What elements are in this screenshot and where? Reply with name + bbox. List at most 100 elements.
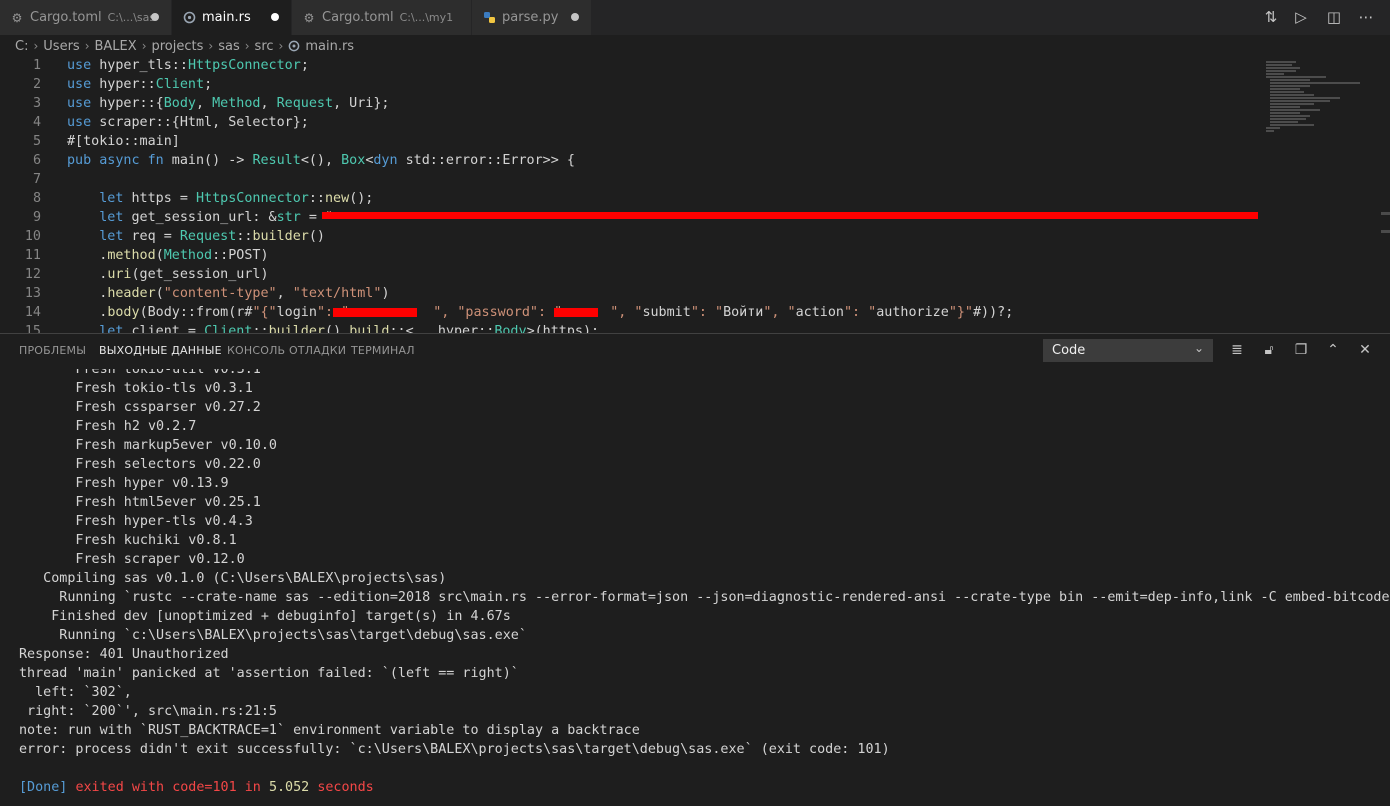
- minimap-line: [1266, 61, 1296, 63]
- done-text: seconds: [317, 780, 374, 795]
- chevron-up-icon[interactable]: ⌃: [1324, 341, 1342, 359]
- elapsed-time: 5.052: [268, 780, 310, 795]
- tab-label: Cargo.toml: [30, 10, 102, 25]
- code-editor[interactable]: 1 use hyper_tls::HttpsConnector; 2 use hype…: [0, 57, 1258, 333]
- line-number: 1: [32, 58, 41, 73]
- code-line[interactable]: 4 use scraper::{Html, Selector};: [0, 113, 1258, 132]
- tab-bar: ⚙ Cargo.toml C:\...\sas main.rs ⚙ Cargo.…: [0, 0, 1390, 35]
- output-line: note: run with `RUST_BACKTRACE=1` enviro…: [19, 723, 640, 738]
- output-channel-select[interactable]: Code ⌄: [1043, 339, 1213, 362]
- code-line[interactable]: 11 .method(Method::POST): [0, 246, 1258, 265]
- breadcrumb-item[interactable]: BALEX: [95, 39, 137, 54]
- tab-label: Cargo.toml: [322, 10, 394, 25]
- lock-icon[interactable]: 🔓︎: [1260, 341, 1278, 359]
- breadcrumb: C: › Users › BALEX › projects › sas › src › ma…: [0, 35, 1390, 57]
- minimap-line: [1270, 100, 1330, 102]
- line-number: 6: [32, 153, 41, 168]
- tab-debug-console[interactable]: КОНСОЛЬ ОТЛАДКИ: [227, 344, 346, 357]
- minimap-line: [1270, 94, 1314, 96]
- unsaved-dot-icon[interactable]: [151, 13, 159, 21]
- minimap-line: [1266, 127, 1280, 129]
- code-text: use hyper::Client;: [67, 77, 213, 92]
- run-icon[interactable]: ▷: [1292, 8, 1310, 26]
- chevron-right-icon: ›: [208, 39, 214, 53]
- code-line[interactable]: 12 .uri(get_session_url): [0, 265, 1258, 284]
- minimap-line: [1270, 124, 1314, 126]
- output-line: Fresh selectors v0.22.0: [19, 457, 261, 472]
- code-line[interactable]: 15 let client = Client::builder().build:…: [0, 322, 1258, 333]
- clear-output-icon[interactable]: ≣: [1228, 341, 1246, 359]
- minimap-line: [1270, 121, 1298, 123]
- output-line: Fresh cssparser v0.27.2: [19, 400, 261, 415]
- copy-icon[interactable]: ❐: [1292, 341, 1310, 359]
- split-editor-icon[interactable]: ◫: [1325, 8, 1343, 26]
- code-line[interactable]: 1 use hyper_tls::HttpsConnector;: [0, 57, 1258, 75]
- code-line[interactable]: 6 pub async fn main() -> Result<(), Box<d…: [0, 151, 1258, 170]
- tab-main-rs[interactable]: main.rs: [172, 0, 292, 35]
- code-text: use scraper::{Html, Selector};: [67, 115, 309, 130]
- output-line: Compiling sas v0.1.0 (C:\Users\BALEX\pro…: [19, 571, 447, 586]
- code-line[interactable]: 3 use hyper::{Body, Method, Request, Uri}…: [0, 94, 1258, 113]
- redaction-mark: [322, 212, 1258, 219]
- tab-cargo-toml-my1[interactable]: ⚙ Cargo.toml C:\...\my1: [292, 0, 472, 35]
- breadcrumb-item[interactable]: C:: [15, 39, 28, 54]
- output-line: Running `c:\Users\BALEX\projects\sas\tar…: [19, 628, 527, 643]
- minimap-line: [1270, 88, 1300, 90]
- compare-icon[interactable]: ⇅: [1262, 8, 1280, 26]
- tab-problems[interactable]: ПРОБЛЕМЫ: [19, 344, 86, 357]
- done-text: exited with: [75, 780, 165, 795]
- minimap-line: [1266, 70, 1296, 72]
- line-number: 4: [32, 115, 41, 130]
- output-line: left: `302`,: [19, 685, 132, 700]
- chevron-down-icon: ⌄: [1193, 341, 1204, 355]
- minimap-line: [1266, 130, 1274, 132]
- breadcrumb-item[interactable]: sas: [218, 39, 240, 54]
- code-line[interactable]: 14 .body(Body::from(r#"{"login": "", "pa…: [0, 303, 1258, 322]
- chevron-right-icon: ›: [244, 39, 250, 53]
- line-number: 11: [24, 248, 41, 263]
- breadcrumb-item[interactable]: Users: [43, 39, 79, 54]
- output-line: thread 'main' panicked at 'assertion fai…: [19, 666, 519, 681]
- minimap-line: [1270, 106, 1300, 108]
- breadcrumb-item[interactable]: projects: [152, 39, 204, 54]
- tab-cargo-toml-sas[interactable]: ⚙ Cargo.toml C:\...\sas: [0, 0, 172, 35]
- rust-icon: [182, 11, 196, 25]
- code-line[interactable]: 7: [0, 170, 1258, 189]
- gear-icon: ⚙: [303, 10, 315, 25]
- code-text: let https = HttpsConnector::new();: [99, 191, 374, 206]
- output-panel[interactable]: Fresh tokio-util v0.3.1 Fresh tokio-tls …: [0, 369, 1390, 806]
- code-text: #[tokio::main]: [67, 134, 180, 149]
- code-line[interactable]: 5 #[tokio::main]: [0, 132, 1258, 151]
- close-icon[interactable]: ✕: [1356, 341, 1374, 359]
- chevron-right-icon: ›: [84, 39, 90, 53]
- code-line[interactable]: 2 use hyper::Client;: [0, 75, 1258, 94]
- tab-description: C:\...\sas: [107, 11, 156, 24]
- breadcrumb-item[interactable]: src: [255, 39, 274, 54]
- unsaved-dot-icon[interactable]: [571, 13, 579, 21]
- code-text: .uri(get_session_url): [67, 267, 269, 282]
- breadcrumb-item[interactable]: main.rs: [305, 39, 354, 54]
- code-line[interactable]: 10 let req = Request::builder(): [0, 227, 1258, 246]
- chevron-right-icon: ›: [141, 39, 147, 53]
- tab-terminal[interactable]: ТЕРМИНАЛ: [351, 344, 415, 357]
- code-line[interactable]: 8 let https = HttpsConnector::new();: [0, 189, 1258, 208]
- minimap-line: [1270, 109, 1320, 111]
- line-number: 14: [24, 305, 41, 320]
- unsaved-dot-icon[interactable]: [271, 13, 279, 21]
- output-line: Response: 401 Unauthorized: [19, 647, 229, 662]
- code-line[interactable]: 9 let get_session_url: &str = ": [0, 208, 1258, 227]
- code-line[interactable]: 13 .header("content-type", "text/html"): [0, 284, 1258, 303]
- minimap-line: [1270, 79, 1310, 81]
- code-text: .header("content-type", "text/html"): [67, 286, 390, 301]
- output-line: Fresh html5ever v0.25.1: [19, 495, 261, 510]
- more-icon[interactable]: ⋯: [1357, 8, 1375, 26]
- tab-output[interactable]: ВЫХОДНЫЕ ДАННЫЕ: [99, 344, 222, 357]
- line-number: 8: [32, 191, 41, 206]
- code-text: .method(Method::POST): [67, 248, 269, 263]
- editor-scrollbar[interactable]: [1381, 57, 1390, 333]
- output-channel-value: Code: [1052, 343, 1086, 358]
- done-tag: [Done]: [19, 780, 68, 795]
- minimap[interactable]: [1258, 57, 1390, 333]
- minimap-line: [1266, 67, 1300, 69]
- tab-parse-py[interactable]: parse.py: [472, 0, 592, 35]
